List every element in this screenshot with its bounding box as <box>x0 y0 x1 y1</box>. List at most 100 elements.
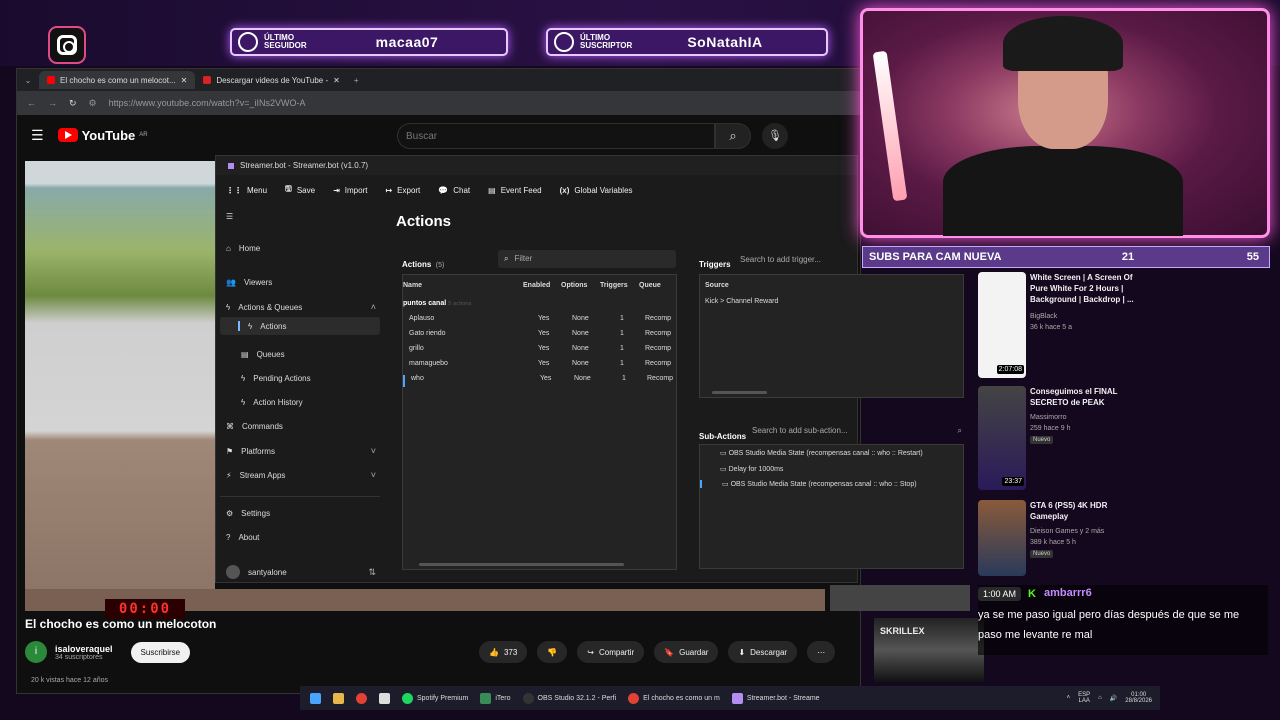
subaction-row[interactable]: ▭ Delay for 1000ms <box>700 465 783 473</box>
trigger-row[interactable]: Kick > Channel Reward <box>705 298 778 305</box>
reload-icon[interactable]: ↻ <box>69 98 77 109</box>
table-row[interactable]: mamaguebo Yes None 1 Recomp <box>403 360 676 372</box>
forward-icon[interactable]: → <box>48 98 57 108</box>
subs-goal-label: SUBS PARA CAM NUEVA <box>869 251 1002 263</box>
taskbar-chrome[interactable]: El chocho es como un m <box>628 692 720 704</box>
hamburger-icon[interactable]: ☰ <box>226 212 376 221</box>
video-player[interactable] <box>25 161 215 611</box>
chrome-icon[interactable] <box>356 692 367 704</box>
sidebar-item-home[interactable]: ⌂ Home <box>226 244 376 253</box>
language-indicator[interactable]: ESP LAA <box>1078 692 1090 704</box>
start-icon[interactable] <box>310 692 321 704</box>
menu-icon[interactable]: ☰ <box>31 127 44 144</box>
taskbar-streamerbot[interactable]: Streamer.bot - Streame <box>731 692 820 704</box>
recommendation-item[interactable]: GTA 6 (PS5) 4K HDR Gameplay Dieison Game… <box>978 500 1162 576</box>
subaction-search-input[interactable]: Search to add sub-action... ⌕ <box>752 423 962 439</box>
more-icon[interactable]: ⋯ <box>807 641 836 663</box>
table-row[interactable]: who Yes None 1 Recomp <box>403 375 676 387</box>
column-enabled[interactable]: Enabled <box>523 282 550 289</box>
sidebar-item-commands[interactable]: ⌘ Commands <box>226 422 376 431</box>
timer-icon: ▭ <box>720 465 729 473</box>
filter-input[interactable]: ⌕ Filter <box>498 250 676 268</box>
taskbar-spotify[interactable]: Spotify Premium <box>402 692 468 704</box>
recommendation-channel[interactable]: BigBlack <box>1030 313 1057 320</box>
taskbar-itero[interactable]: iTero <box>480 692 511 704</box>
save-button[interactable]: 🔖 Guardar <box>654 641 719 663</box>
table-row[interactable]: grillo Yes None 1 Recomp <box>403 345 676 357</box>
video-thumbnail[interactable]: 2:07:08 <box>978 272 1026 378</box>
trigger-search-input[interactable]: Search to add trigger... <box>740 252 858 264</box>
recommendation-item[interactable]: 2:07:08 White Screen | A Screen Of Pure … <box>978 272 1162 378</box>
download-button[interactable]: ⬇ Descargar <box>728 641 798 663</box>
column-source[interactable]: Source <box>705 282 729 289</box>
recommendation-title[interactable]: GTA 6 (PS5) 4K HDR Gameplay <box>1030 500 1140 522</box>
folder-icon[interactable] <box>333 692 344 704</box>
back-icon[interactable]: ← <box>27 98 36 108</box>
table-row[interactable]: Aplauso Yes None 1 Recomp <box>403 315 676 327</box>
tab-list-icon[interactable]: ⌄ <box>17 76 39 85</box>
share-button[interactable]: ↪ Compartir <box>577 641 645 663</box>
sidebar-item-actions-queues[interactable]: ϟ Actions & Queues ˄ <box>226 302 376 312</box>
tab-youtube[interactable]: El chocho es como un melocot... ✕ <box>39 71 196 89</box>
video-thumbnail[interactable]: 23:37 <box>978 386 1026 490</box>
youtube-logo[interactable]: YouTube AR <box>57 128 148 143</box>
import-button[interactable]: ⇥ Import <box>333 186 367 195</box>
column-options[interactable]: Options <box>561 282 587 289</box>
sidebar-item-about[interactable]: ? About <box>226 533 376 542</box>
microphone-icon[interactable]: 🎙 <box>762 123 788 149</box>
chat-label: Chat <box>453 185 471 195</box>
ps5-thumbnail[interactable] <box>830 585 970 611</box>
table-row[interactable]: Gato riendo Yes None 1 Recomp <box>403 330 676 342</box>
save-menu-button[interactable]: 🖫 Save <box>285 183 315 197</box>
event-feed-button[interactable]: ▤ Event Feed <box>488 186 541 195</box>
horizontal-scrollbar[interactable] <box>712 391 767 394</box>
sidebar-item-stream-apps[interactable]: ⚡ Stream Apps ˅ <box>226 470 376 480</box>
chevron-up-icon[interactable]: ˄ <box>1067 695 1071 701</box>
close-icon[interactable]: ✕ <box>181 76 188 85</box>
channel-avatar[interactable]: i <box>25 641 47 663</box>
menu-button[interactable]: ⋮⋮ Menu <box>226 186 267 195</box>
search-input[interactable]: Buscar <box>397 123 715 149</box>
video-thumbnail[interactable] <box>978 500 1026 576</box>
export-button[interactable]: ↦ Export <box>385 186 420 195</box>
chat-button[interactable]: 💬 Chat <box>438 186 470 195</box>
sidebar-item-action-history[interactable]: ϟ Action History <box>241 398 391 407</box>
sidebar-item-actions[interactable]: ϟ Actions <box>220 317 380 335</box>
recommendation-channel[interactable]: Dieison Games y 2 más <box>1030 528 1104 535</box>
recommendation-item[interactable]: 23:37 Conseguimos el FINAL SECRETO de PE… <box>978 386 1162 492</box>
url-field[interactable]: https://www.youtube.com/watch?v=_iINs2VW… <box>109 98 306 108</box>
sidebar-item-queues[interactable]: ▤ Queues <box>241 350 391 359</box>
channel-name[interactable]: isaloveraquel <box>55 644 113 654</box>
taskbar-obs[interactable]: OBS Studio 32.1.2 - Perfi <box>522 692 616 704</box>
column-triggers[interactable]: Triggers <box>600 282 628 289</box>
column-name[interactable]: Name <box>403 282 422 289</box>
sidebar-item-platforms[interactable]: ⚑ Platforms ˅ <box>226 446 376 456</box>
subaction-row[interactable]: ▭ OBS Studio Media State (recompensas ca… <box>700 480 917 488</box>
like-button[interactable]: 👍 373 <box>479 641 528 663</box>
recommendation-title[interactable]: White Screen | A Screen Of Pure White Fo… <box>1030 272 1140 305</box>
clock[interactable]: 01:00 28/8/2026 <box>1125 692 1152 704</box>
sidebar-item-viewers[interactable]: 👥 Viewers <box>226 278 376 287</box>
sidebar-item-pending-actions[interactable]: ϟ Pending Actions <box>241 374 391 383</box>
dislike-button[interactable]: 👎 <box>537 641 568 663</box>
sidebar-item-settings[interactable]: ⚙ Settings <box>226 509 376 518</box>
subscribe-button[interactable]: Suscribirse <box>130 641 191 663</box>
column-queue[interactable]: Queue <box>639 282 661 289</box>
global-variables-button[interactable]: (x) Global Variables <box>560 186 633 195</box>
sidebar-user[interactable]: santyalone ⇅ <box>226 565 376 579</box>
tab-download[interactable]: Descargar videos de YouTube - ✕ <box>195 71 347 89</box>
new-tab-icon[interactable]: + <box>354 76 359 85</box>
horizontal-scrollbar[interactable] <box>419 563 624 566</box>
network-icon[interactable]: ⌂ <box>1098 695 1102 701</box>
action-group[interactable]: puntos canal 5 actions <box>403 300 471 307</box>
skrillex-thumbnail[interactable]: SKRILLEX <box>874 618 984 682</box>
app-icon[interactable] <box>379 692 390 704</box>
subaction-row[interactable]: ▭ OBS Studio Media State (recompensas ca… <box>700 449 923 457</box>
site-settings-icon[interactable]: ⚙ <box>89 98 97 109</box>
sidebar: ☰ ⌂ Home 👥 Viewers ϟ Actions & Queues ˄ ϟ Act… <box>216 206 384 584</box>
volume-icon[interactable]: 🔊 <box>1110 695 1117 702</box>
recommendation-channel[interactable]: Massimorro <box>1030 414 1067 421</box>
search-icon[interactable]: ⌕ <box>715 123 751 149</box>
close-icon[interactable]: ✕ <box>333 76 340 85</box>
recommendation-title[interactable]: Conseguimos el FINAL SECRETO de PEAK <box>1030 386 1140 408</box>
